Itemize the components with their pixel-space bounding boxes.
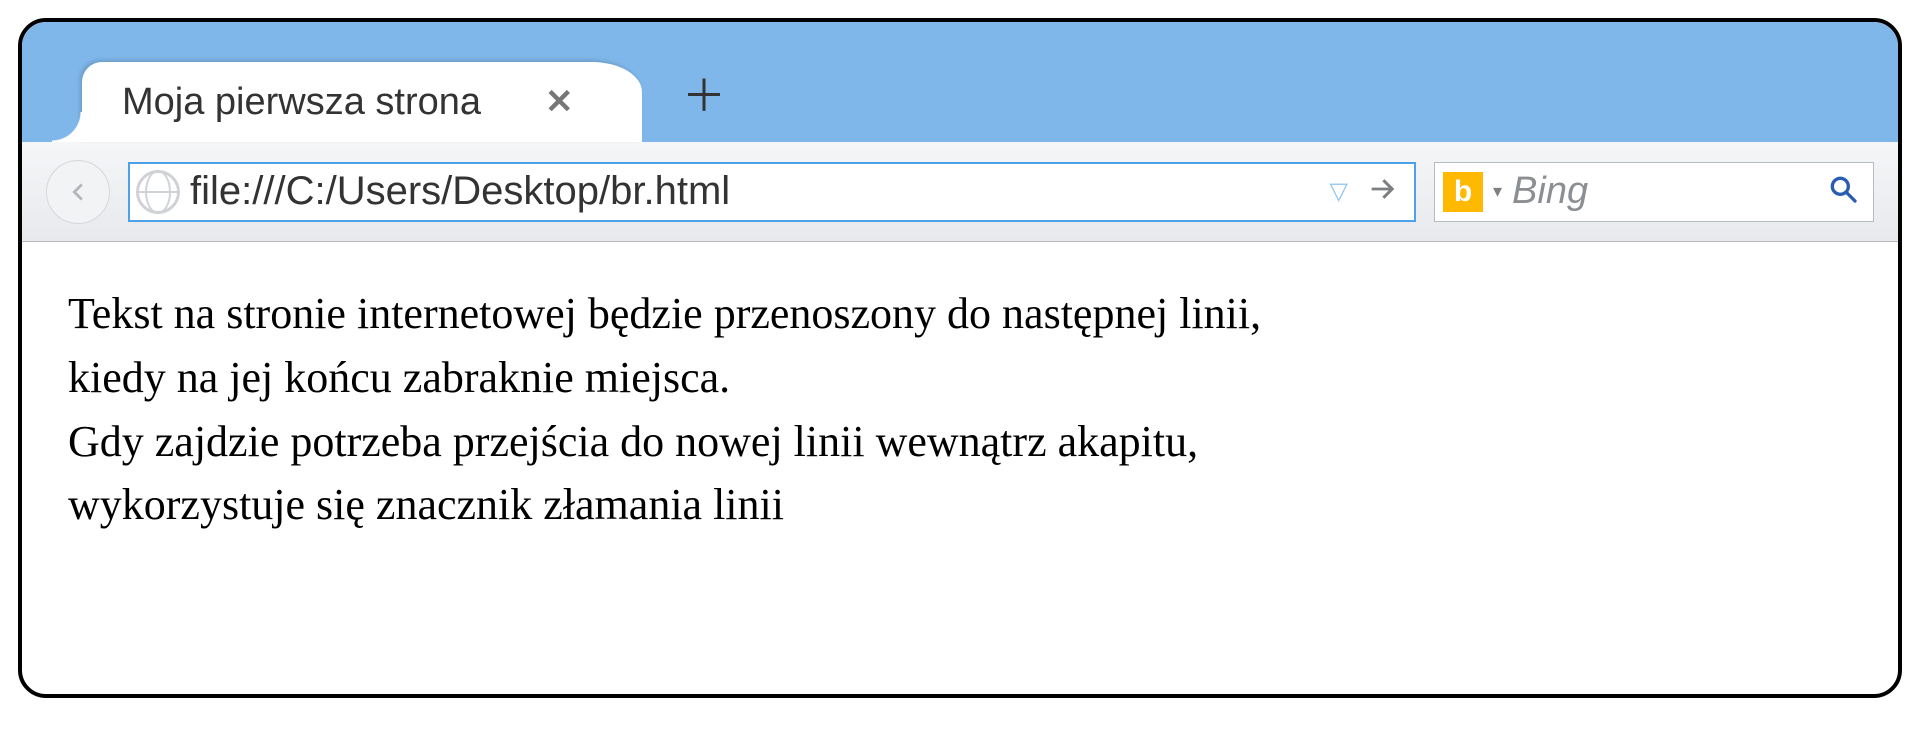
browser-window: Moja pierwsza strona ✕ ＋ file:///C:/User… [18,18,1902,698]
new-tab-button[interactable]: ＋ [682,75,726,119]
close-icon[interactable]: ✕ [541,78,578,126]
title-bar: Moja pierwsza strona ✕ ＋ [22,22,1898,142]
search-engine-dropdown-icon[interactable]: ▾ [1493,181,1502,202]
tab-title: Moja pierwsza strona [122,81,481,124]
search-box[interactable]: b ▾ Bing [1434,162,1874,222]
arrow-right-icon [1366,172,1400,206]
search-button[interactable] [1827,173,1859,210]
globe-icon [136,170,180,214]
page-content: Tekst na stronie internetowej będzie prz… [22,242,1898,577]
bing-icon: b [1443,172,1483,212]
url-dropdown-icon[interactable]: ▽ [1326,173,1352,210]
browser-tab[interactable]: Moja pierwsza strona ✕ [82,62,642,142]
text-line: kiedy na jej końcu zabraknie miejsca. [68,353,730,402]
url-text: file:///C:/Users/Desktop/br.html [190,169,730,214]
text-line: Gdy zajdzie potrzeba przejścia do nowej … [68,417,1198,466]
magnifier-icon [1827,173,1859,205]
back-button[interactable] [46,160,110,224]
address-bar[interactable]: file:///C:/Users/Desktop/br.html ▽ [128,162,1416,222]
body-text: Tekst na stronie internetowej będzie prz… [68,282,1852,537]
navigation-toolbar: file:///C:/Users/Desktop/br.html ▽ b ▾ B… [22,142,1898,242]
go-button[interactable] [1362,168,1404,215]
arrow-left-icon [61,175,95,209]
text-line: Tekst na stronie internetowej będzie prz… [68,289,1261,338]
search-placeholder: Bing [1512,170,1817,213]
tab-strip: Moja pierwsza strona ✕ ＋ [82,52,726,142]
text-line: wykorzystuje się znacznik złamania linii [68,480,784,529]
